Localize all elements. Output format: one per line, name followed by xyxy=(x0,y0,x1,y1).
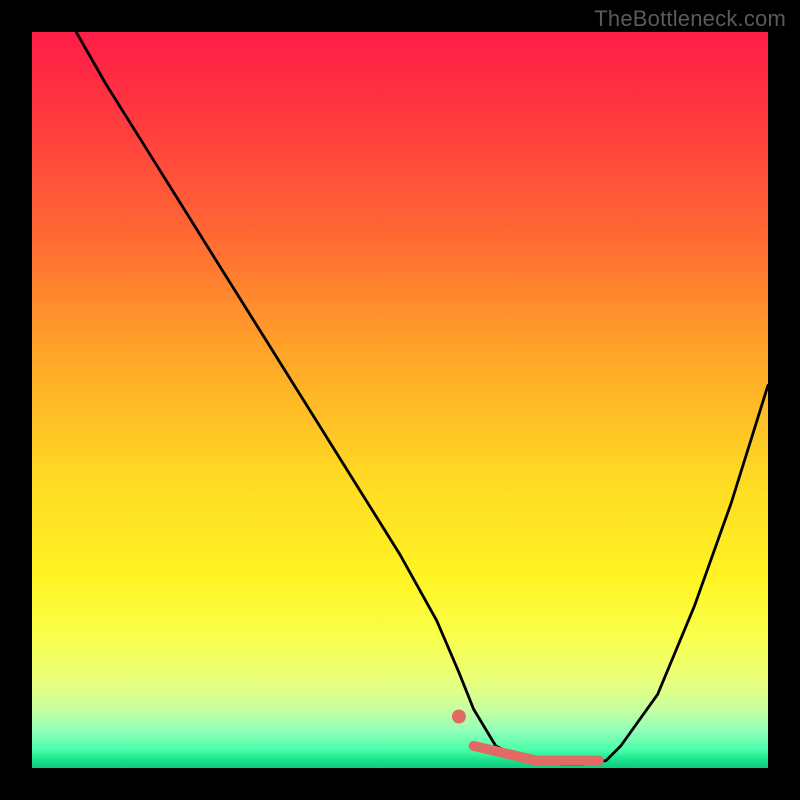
plot-area xyxy=(32,32,768,768)
optimal-point-marker xyxy=(452,710,466,724)
curve-line xyxy=(76,32,768,764)
optimal-range-marker xyxy=(474,746,599,761)
bottleneck-curve xyxy=(32,32,768,768)
watermark-text: TheBottleneck.com xyxy=(594,6,786,32)
chart-frame: TheBottleneck.com xyxy=(0,0,800,800)
